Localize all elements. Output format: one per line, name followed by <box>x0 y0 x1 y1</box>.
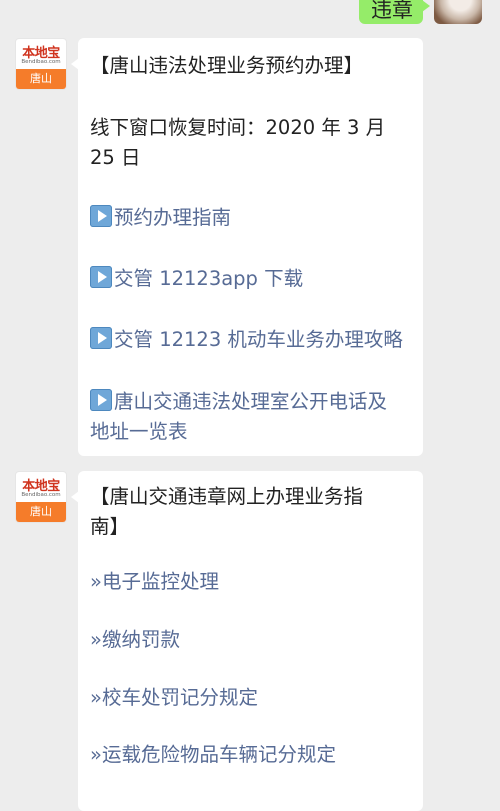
play-arrow-icon <box>90 389 112 411</box>
logo-city: 唐山 <box>30 505 52 518</box>
link-label: 交管 12123app 下载 <box>114 267 304 290</box>
bullet-chevron-icon: » <box>90 743 102 766</box>
link-pay-fines[interactable]: »缴纳罚款 <box>90 626 180 654</box>
play-arrow-icon <box>90 266 112 288</box>
account-avatar[interactable]: 本地宝 Bendibao.com 唐山 <box>15 38 67 90</box>
link-office-phone-address[interactable]: 唐山交通违法处理室公开电话及 <box>90 388 387 416</box>
outgoing-message-bubble[interactable]: 违章 <box>359 0 430 24</box>
link-label: 预约办理指南 <box>114 206 232 229</box>
bullet-chevron-icon: » <box>90 686 102 709</box>
link-school-bus-penalty[interactable]: »校车处罚记分规定 <box>90 684 258 712</box>
logo-subtext: Bendibao.com <box>21 492 61 498</box>
logo-subtext: Bendibao.com <box>21 59 61 65</box>
link-label: 运载危险物品车辆记分规定 <box>101 743 336 766</box>
link-label: 唐山交通违法处理室公开电话及 <box>114 390 388 413</box>
logo-city: 唐山 <box>30 72 52 85</box>
link-office-phone-address-cont[interactable]: 地址一览表 <box>90 418 188 446</box>
link-label: 校车处罚记分规定 <box>101 686 258 709</box>
message-card-online-guide: 【唐山交通违章网上办理业务指 南】 »电子监控处理 »缴纳罚款 »校车处罚记分规… <box>71 471 423 811</box>
notice-line-2: 25 日 <box>90 146 141 169</box>
account-avatar[interactable]: 本地宝 Bendibao.com 唐山 <box>15 471 67 523</box>
link-vehicle-business-guide[interactable]: 交管 12123 机动车业务办理攻略 <box>90 326 403 354</box>
play-arrow-icon <box>90 327 112 349</box>
link-electronic-monitoring[interactable]: »电子监控处理 <box>90 568 219 596</box>
bullet-chevron-icon: » <box>90 628 102 651</box>
message-card-appointment: 【唐山违法处理业务预约办理】 线下窗口恢复时间：2020 年 3 月 25 日 … <box>71 38 423 456</box>
card-title-line-1: 【唐山交通违章网上办理业务指 <box>90 485 364 508</box>
link-12123-app-download[interactable]: 交管 12123app 下载 <box>90 265 303 293</box>
card-title-line-2: 南】 <box>90 515 130 538</box>
card-title: 【唐山违法处理业务预约办理】 <box>90 54 364 77</box>
link-label: 电子监控处理 <box>101 570 219 593</box>
play-arrow-icon <box>90 205 112 227</box>
link-label: 交管 12123 机动车业务办理攻略 <box>114 328 403 351</box>
outgoing-message-text: 违章 <box>371 0 413 22</box>
user-avatar[interactable] <box>434 0 482 24</box>
link-appointment-guide[interactable]: 预约办理指南 <box>90 204 231 232</box>
link-hazardous-goods-points[interactable]: »运载危险物品车辆记分规定 <box>90 741 336 769</box>
notice-line-1: 线下窗口恢复时间：2020 年 3 月 <box>90 116 386 139</box>
link-label: 缴纳罚款 <box>101 628 180 651</box>
bullet-chevron-icon: » <box>90 570 102 593</box>
